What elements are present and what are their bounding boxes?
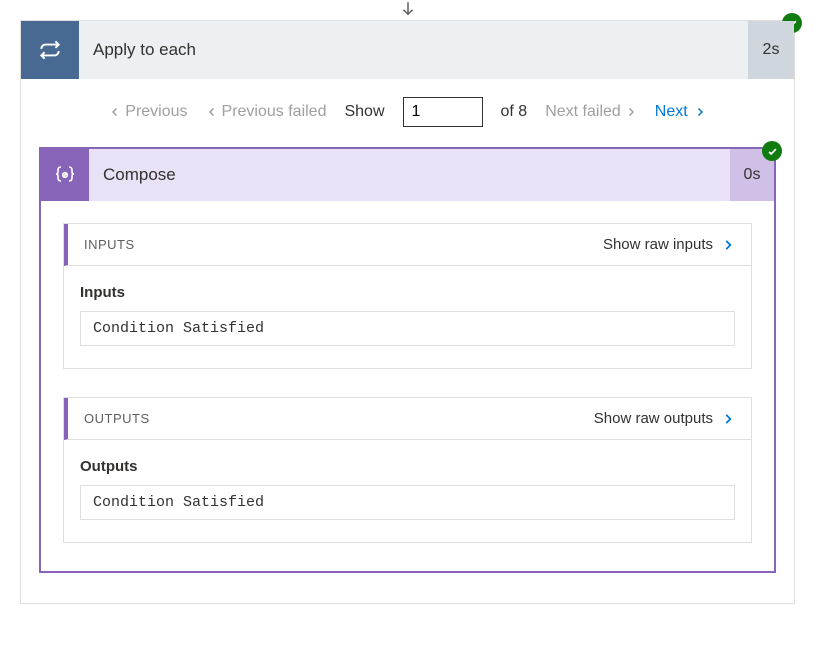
show-raw-inputs-button[interactable]: Show raw inputs xyxy=(603,236,735,253)
compose-icon xyxy=(41,149,89,201)
next-failed-button[interactable]: Next failed xyxy=(545,103,637,121)
chevron-left-icon xyxy=(206,105,218,119)
inputs-field-value: Condition Satisfied xyxy=(80,311,735,346)
show-label: Show xyxy=(344,103,384,121)
show-raw-outputs-button[interactable]: Show raw outputs xyxy=(594,410,735,427)
inputs-section-header: INPUTS Show raw inputs xyxy=(64,224,751,266)
apply-to-each-title: Apply to each xyxy=(79,40,748,60)
compose-body: INPUTS Show raw inputs Inputs Condition … xyxy=(41,201,774,571)
outputs-field-label: Outputs xyxy=(80,458,735,475)
chevron-right-icon xyxy=(721,411,735,427)
iteration-input[interactable] xyxy=(403,97,483,127)
outputs-section: OUTPUTS Show raw outputs Outputs Conditi… xyxy=(63,397,752,543)
compose-header[interactable]: Compose 0s xyxy=(41,149,774,201)
chevron-right-icon xyxy=(694,105,706,119)
outputs-section-title: OUTPUTS xyxy=(84,411,150,426)
apply-to-each-card: Apply to each 2s Previous Previous faile… xyxy=(20,20,795,604)
inputs-section-title: INPUTS xyxy=(84,237,135,252)
next-label: Next xyxy=(655,103,688,121)
outputs-section-body: Outputs Condition Satisfied xyxy=(64,440,751,542)
chevron-right-icon xyxy=(625,105,637,119)
inputs-section-body: Inputs Condition Satisfied xyxy=(64,266,751,368)
previous-button[interactable]: Previous xyxy=(109,103,187,121)
inputs-field-label: Inputs xyxy=(80,284,735,301)
iteration-pager: Previous Previous failed Show of 8 Next … xyxy=(21,79,794,147)
inputs-section: INPUTS Show raw inputs Inputs Condition … xyxy=(63,223,752,369)
chevron-right-icon xyxy=(721,237,735,253)
compose-title: Compose xyxy=(89,165,730,185)
chevron-left-icon xyxy=(109,105,121,119)
previous-failed-button[interactable]: Previous failed xyxy=(206,103,327,121)
show-raw-outputs-label: Show raw outputs xyxy=(594,410,713,427)
previous-failed-label: Previous failed xyxy=(222,103,327,121)
apply-to-each-duration: 2s xyxy=(748,21,794,79)
loop-icon xyxy=(21,21,79,79)
of-total-label: of 8 xyxy=(501,103,528,121)
apply-to-each-header[interactable]: Apply to each 2s xyxy=(21,21,794,79)
flow-arrow-icon xyxy=(0,0,815,20)
next-failed-label: Next failed xyxy=(545,103,621,121)
next-button[interactable]: Next xyxy=(655,103,706,121)
compose-card: Compose 0s INPUTS Show raw inputs Inputs… xyxy=(39,147,776,573)
outputs-field-value: Condition Satisfied xyxy=(80,485,735,520)
show-raw-inputs-label: Show raw inputs xyxy=(603,236,713,253)
previous-label: Previous xyxy=(125,103,187,121)
success-badge xyxy=(762,141,782,161)
outputs-section-header: OUTPUTS Show raw outputs xyxy=(64,398,751,440)
